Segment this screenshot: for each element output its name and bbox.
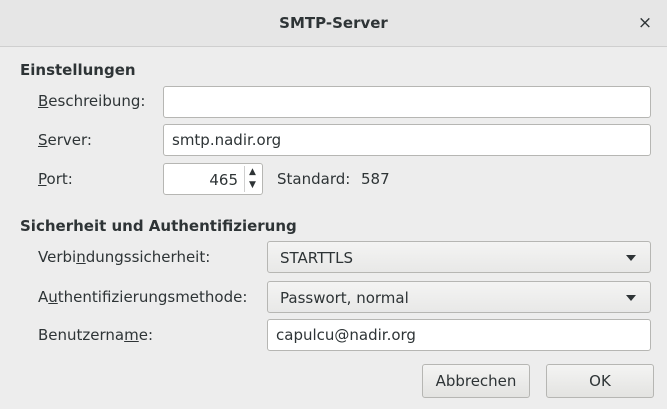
server-label: Server: <box>38 131 92 149</box>
username-field[interactable] <box>267 319 651 351</box>
connection-security-label: Verbindungssicherheit: <box>38 248 211 266</box>
port-default-label: Standard: <box>277 170 351 188</box>
cancel-button[interactable]: Abbrechen <box>422 364 530 398</box>
ok-button[interactable]: OK <box>546 364 654 398</box>
port-label: Port: <box>38 170 73 188</box>
port-default-value: 587 <box>361 170 390 188</box>
security-heading: Sicherheit und Authentifizierung <box>20 217 297 235</box>
down-arrow-icon[interactable]: ▼ <box>245 179 260 192</box>
port-value: 465 <box>209 171 238 189</box>
window-title: SMTP-Server <box>279 14 388 32</box>
title-bar: SMTP-Server × <box>0 0 667 47</box>
port-spinbutton[interactable]: 465 ▲ ▼ <box>163 163 263 195</box>
close-icon[interactable]: × <box>633 11 657 35</box>
port-stepper[interactable]: ▲ ▼ <box>244 166 260 192</box>
chevron-down-icon <box>626 295 636 301</box>
up-arrow-icon[interactable]: ▲ <box>245 166 260 179</box>
connection-security-select[interactable]: STARTTLS <box>267 241 651 273</box>
connection-security-value: STARTTLS <box>280 249 354 267</box>
description-field[interactable] <box>163 86 651 118</box>
username-label: Benutzername: <box>38 326 154 344</box>
chevron-down-icon <box>626 255 636 261</box>
settings-heading: Einstellungen <box>20 61 136 79</box>
auth-method-select[interactable]: Passwort, normal <box>267 281 651 313</box>
description-label: Beschreibung: <box>38 92 146 110</box>
auth-method-label: Authentifizierungsmethode: <box>38 288 248 306</box>
server-field[interactable] <box>163 124 651 156</box>
auth-method-value: Passwort, normal <box>280 289 409 307</box>
